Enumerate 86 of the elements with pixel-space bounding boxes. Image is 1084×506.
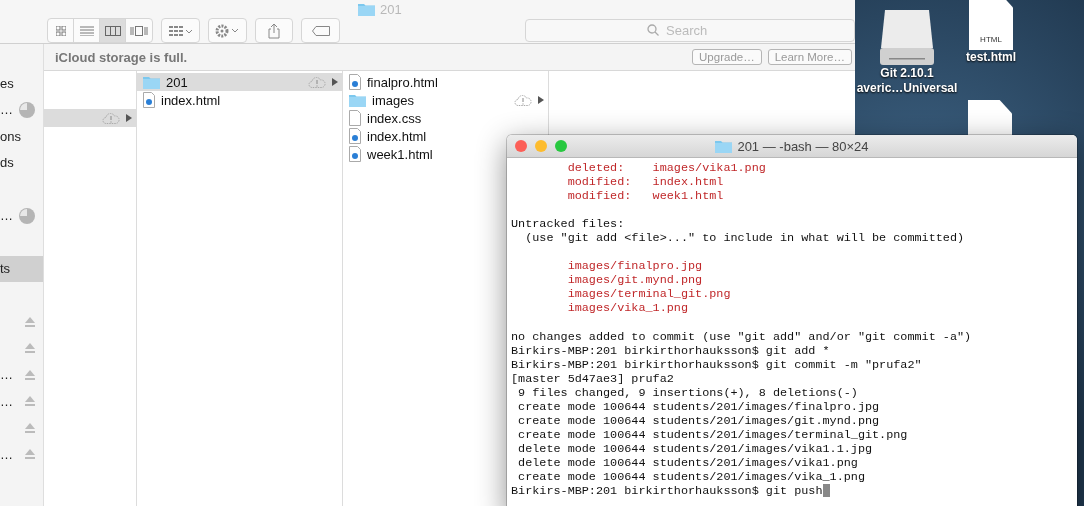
arrange-button[interactable]	[161, 18, 200, 43]
grid-icon	[55, 25, 66, 36]
disk-drive-icon	[879, 8, 935, 66]
sidebar-item[interactable]: …	[0, 202, 43, 229]
eject-icon[interactable]	[25, 422, 35, 433]
terminal-line: images/vika_1.png	[566, 301, 688, 316]
folder-icon	[349, 93, 366, 107]
eject-icon[interactable]	[25, 396, 35, 407]
minimize-button[interactable]	[535, 140, 547, 152]
terminal-line: create mode 100644 students/201/images/finalpro.jpg	[517, 399, 880, 414]
share-button[interactable]	[254, 18, 294, 43]
sidebar-item[interactable]: ds	[0, 149, 43, 176]
file-row[interactable]: week1.html	[343, 145, 437, 163]
disclosure-arrow-icon[interactable]	[332, 78, 338, 86]
progress-pie-icon	[19, 207, 35, 224]
file-row[interactable]: index.html	[137, 91, 225, 109]
terminal-line: Birkirs-MBP:201 birkirthorhauksson$ git commit -m "prufa2"	[511, 357, 922, 372]
eject-icon[interactable]	[25, 343, 35, 354]
file-row[interactable]: finalpro.html	[343, 73, 442, 91]
desktop-icon-label[interactable]: averic…Universal	[856, 81, 958, 96]
column-view-button[interactable]	[100, 19, 127, 42]
file-row[interactable]: index.html	[343, 127, 431, 145]
desktop-icon-label[interactable]: Git 2.10.1	[880, 66, 934, 81]
disclosure-arrow-icon[interactable]	[126, 114, 132, 122]
terminal-line: modified: index.html	[566, 175, 724, 190]
window-title: 201	[380, 1, 402, 17]
file-row[interactable]: images	[343, 91, 548, 109]
html-file-icon	[349, 146, 361, 162]
share-icon	[268, 22, 280, 39]
terminal-line: delete mode 100644 students/201/images/vika1.png	[517, 456, 858, 471]
terminal-line: [master 5d47ae3] prufa2	[511, 371, 674, 386]
terminal-line: Birkirs-MBP:201 birkirthorhauksson$ git add *	[511, 343, 830, 358]
terminal-line: images/finalpro.jpg	[566, 259, 703, 274]
html-file-icon	[143, 92, 155, 108]
desktop-icon-label[interactable]: test.html	[966, 50, 1016, 65]
file-row[interactable]: index.css	[343, 109, 426, 127]
eject-icon[interactable]	[25, 369, 35, 380]
action-button[interactable]	[207, 18, 247, 43]
close-button[interactable]	[515, 140, 527, 152]
file-row[interactable]: 201	[137, 73, 342, 91]
sidebar-item[interactable]: ts	[0, 255, 43, 282]
banner-message: iCloud storage is full.	[55, 49, 189, 65]
sidebar-item[interactable]: ons	[0, 123, 43, 150]
arrange-grid-icon	[168, 25, 193, 36]
search-icon	[647, 24, 659, 36]
zoom-button[interactable]	[555, 140, 567, 152]
gear-icon	[215, 23, 240, 38]
terminal-line: create mode 100644 students/201/images/terminal_git.png	[517, 427, 908, 442]
folder-icon	[143, 75, 160, 89]
terminal-title: 201 — -bash — 80×24	[737, 138, 869, 154]
cloud-warning-icon	[102, 112, 120, 124]
columns-icon	[104, 25, 121, 36]
html-file-icon	[349, 74, 361, 90]
sidebar-item[interactable]: es	[0, 70, 43, 97]
cloud-warning-icon	[308, 76, 326, 88]
terminal-line: deleted: images/vika1.png	[566, 161, 766, 176]
cover-flow-icon	[130, 25, 149, 36]
sidebar-item[interactable]: …	[0, 388, 43, 415]
file-type-label: HTML	[980, 35, 1002, 44]
terminal-line: create mode 100644 students/201/images/git.mynd.png	[517, 413, 880, 428]
folder-icon	[715, 139, 733, 153]
terminal-line: 9 files changed, 9 insertions(+), 8 deletions(-)	[517, 385, 858, 400]
terminal-line: no changes added to commit (use "git add" and/or "git commit -a")	[511, 329, 972, 344]
sidebar-item[interactable]: …	[0, 96, 43, 123]
cloud-warning-icon	[514, 94, 532, 106]
eject-icon[interactable]	[25, 449, 35, 460]
terminal-line: delete mode 100644 students/201/images/vika1.1.jpg	[517, 441, 873, 456]
tag-icon	[311, 25, 330, 36]
folder-icon	[358, 2, 375, 16]
search-field[interactable]: Search	[525, 19, 855, 42]
eject-icon[interactable]	[25, 316, 35, 327]
html-file-icon	[349, 128, 361, 144]
disclosure-arrow-icon[interactable]	[538, 96, 544, 104]
terminal-line: Untracked files:	[511, 217, 625, 232]
terminal-line: Birkirs-MBP:201 birkirthorhauksson$ git push	[511, 484, 823, 499]
terminal-line: create mode 100644 students/201/images/vika_1.png	[517, 470, 865, 485]
terminal-line: modified: week1.html	[566, 189, 724, 204]
sidebar-item[interactable]: …	[0, 441, 43, 468]
terminal-line: images/git.mynd.png	[566, 273, 703, 288]
list-icon	[79, 25, 94, 36]
tag-button[interactable]	[301, 18, 340, 43]
terminal-line: (use "git add <file>..." to include in what will be committed)	[524, 231, 965, 246]
terminal-line: images/terminal_git.png	[566, 287, 731, 302]
file-icon	[349, 110, 361, 126]
sidebar-item[interactable]: …	[0, 361, 43, 388]
progress-pie-icon	[19, 101, 35, 118]
